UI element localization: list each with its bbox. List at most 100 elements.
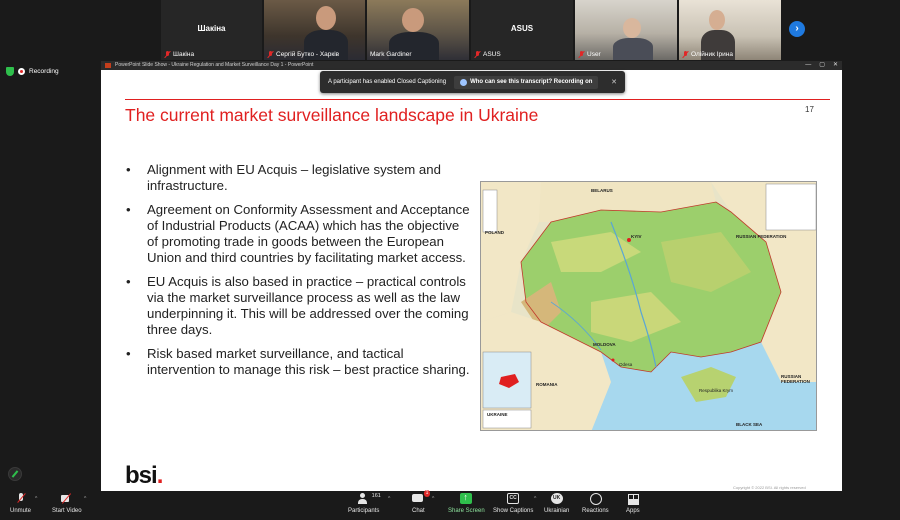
start-video-button[interactable]: Start Video bbox=[52, 493, 82, 514]
participant-name: Олійник Ірина bbox=[691, 51, 733, 58]
apps-icon bbox=[627, 493, 639, 504]
apps-label: Apps bbox=[626, 508, 640, 514]
participant-tile[interactable]: ASUS ASUS bbox=[471, 0, 573, 60]
participant-name: Шакіна bbox=[173, 51, 195, 58]
participant-name-bar: User bbox=[578, 51, 674, 58]
share-screen-icon bbox=[460, 492, 473, 504]
mic-muted-icon bbox=[474, 51, 481, 58]
chat-label: Chat bbox=[412, 508, 425, 514]
map-label-russia-east: RUSSIAN FEDERATION bbox=[781, 374, 810, 384]
window-title: PowerPoint Slide Show - Ukraine Regulati… bbox=[115, 62, 314, 68]
slide-number: 17 bbox=[805, 105, 814, 114]
logo-text: bsi bbox=[125, 462, 158, 489]
cc-button-label: Who can see this transcript? Recording o… bbox=[470, 79, 593, 85]
slide-title: The current market surveillance landscap… bbox=[125, 105, 539, 125]
logo-dot: . bbox=[156, 462, 164, 489]
person-icon bbox=[460, 78, 468, 86]
reactions-icon bbox=[589, 493, 603, 505]
participant-name: User bbox=[587, 51, 601, 58]
microphone-muted-icon bbox=[15, 493, 27, 504]
language-icon: UK bbox=[550, 493, 563, 504]
powerpoint-icon bbox=[105, 63, 111, 68]
zoom-meeting-window: Шакіна Шакіна Сергій Бутко - Харків Mark… bbox=[0, 0, 900, 520]
unmute-label: Unmute bbox=[10, 508, 32, 514]
map-label-romania: ROMANIA bbox=[536, 382, 558, 387]
audio-options-caret[interactable]: ^ bbox=[35, 496, 37, 502]
participant-video bbox=[709, 10, 725, 30]
video-options-caret[interactable]: ^ bbox=[84, 496, 86, 502]
participant-tile[interactable]: Олійник Ірина bbox=[679, 0, 781, 60]
language-interpretation-button[interactable]: UK Ukrainian bbox=[544, 493, 569, 514]
participant-video bbox=[623, 18, 641, 38]
participant-video bbox=[402, 8, 424, 32]
participant-tile[interactable]: Сергій Бутко - Харків bbox=[264, 0, 365, 60]
participant-name-bar: Mark Gardiner bbox=[370, 51, 466, 58]
map-label-belarus: BELARUS bbox=[591, 188, 613, 193]
map-graphic bbox=[481, 182, 816, 430]
title-rule bbox=[125, 99, 830, 100]
unmute-button[interactable]: Unmute bbox=[10, 493, 31, 514]
participants-button[interactable]: 161 Participants bbox=[348, 493, 381, 514]
language-label: Ukrainian bbox=[544, 508, 570, 514]
participant-name-bar: ASUS bbox=[474, 51, 570, 58]
captions-options-caret[interactable]: ^ bbox=[534, 496, 536, 502]
chat-badge: 1 bbox=[423, 490, 431, 497]
window-controls: — ▢ ✕ bbox=[805, 61, 838, 70]
participant-name-bar: Сергій Бутко - Харків bbox=[267, 51, 362, 58]
chat-icon: 1 bbox=[412, 490, 431, 504]
video-gallery: Шакіна Шакіна Сергій Бутко - Харків Mark… bbox=[0, 0, 900, 62]
close-icon[interactable]: ✕ bbox=[833, 61, 838, 70]
annotate-pencil-icon[interactable] bbox=[8, 467, 22, 481]
close-icon[interactable]: ✕ bbox=[611, 78, 617, 86]
share-screen-label: Share Screen bbox=[448, 508, 485, 514]
captions-icon: CC bbox=[507, 493, 520, 504]
map-label-poland: POLAND bbox=[485, 230, 504, 235]
participant-name: ASUS bbox=[483, 51, 501, 58]
participant-name: Сергій Бутко - Харків bbox=[276, 51, 340, 58]
participant-name-bar: Шакіна bbox=[164, 51, 259, 58]
powerpoint-titlebar: PowerPoint Slide Show - Ukraine Regulati… bbox=[101, 61, 842, 70]
recording-label: Recording bbox=[29, 68, 59, 75]
map-label-kyiv: KYIV bbox=[631, 234, 642, 239]
cc-message: A participant has enabled Closed Caption… bbox=[328, 79, 447, 85]
participant-tile[interactable]: Mark Gardiner bbox=[367, 0, 469, 60]
reactions-label: Reactions bbox=[582, 508, 609, 514]
gallery-next-button[interactable]: › bbox=[789, 21, 805, 37]
bullet-item: EU Acquis is also based in practice – pr… bbox=[125, 274, 470, 338]
maximize-icon[interactable]: ▢ bbox=[819, 61, 825, 70]
map-label-crimea: Respublika Krym bbox=[699, 388, 734, 393]
map-label-moldova: MOLDOVA bbox=[593, 342, 616, 347]
mic-muted-icon bbox=[578, 51, 585, 58]
reactions-button[interactable]: Reactions bbox=[582, 493, 609, 514]
map-label-russia: RUSSIAN FEDERATION bbox=[736, 234, 787, 239]
participant-video bbox=[316, 6, 336, 30]
transcript-visibility-button[interactable]: Who can see this transcript? Recording o… bbox=[454, 75, 599, 89]
participant-display-name: ASUS bbox=[510, 24, 534, 33]
bullet-list: Alignment with EU Acquis – legislative s… bbox=[125, 162, 470, 386]
minimize-icon[interactable]: — bbox=[805, 61, 811, 70]
participants-options-caret[interactable]: ^ bbox=[388, 496, 390, 502]
chat-button[interactable]: 1 Chat bbox=[412, 490, 431, 514]
recording-indicator[interactable]: Recording bbox=[6, 67, 59, 76]
closed-captioning-banner: A participant has enabled Closed Caption… bbox=[320, 71, 625, 93]
bullet-item: Agreement on Conformity Assessment and A… bbox=[125, 202, 470, 266]
participant-display-name: Шакіна bbox=[197, 24, 226, 33]
participant-tile[interactable]: User bbox=[575, 0, 677, 60]
apps-button[interactable]: Apps bbox=[626, 493, 640, 514]
map-label-ukraine: UKRAINE bbox=[487, 412, 508, 417]
map-label-odesa: Odesa bbox=[619, 362, 633, 367]
shield-icon bbox=[6, 67, 14, 76]
chat-options-caret[interactable]: ^ bbox=[432, 496, 434, 502]
participant-tile[interactable]: Шакіна Шакіна bbox=[161, 0, 262, 60]
mic-muted-icon bbox=[682, 51, 689, 58]
start-video-label: Start Video bbox=[52, 508, 82, 514]
share-screen-button[interactable]: Share Screen bbox=[448, 492, 485, 514]
show-captions-label: Show Captions bbox=[493, 508, 534, 514]
bullet-item: Alignment with EU Acquis – legislative s… bbox=[125, 162, 470, 194]
participants-count: 161 bbox=[371, 493, 381, 499]
participant-name-bar: Олійник Ірина bbox=[682, 51, 778, 58]
bsi-logo: bsi. bbox=[125, 462, 164, 490]
show-captions-button[interactable]: CC Show Captions bbox=[493, 493, 533, 514]
copyright-notice: Copyright © 2022 BSI. All rights reserve… bbox=[733, 485, 806, 490]
participants-label: Participants bbox=[348, 508, 380, 514]
